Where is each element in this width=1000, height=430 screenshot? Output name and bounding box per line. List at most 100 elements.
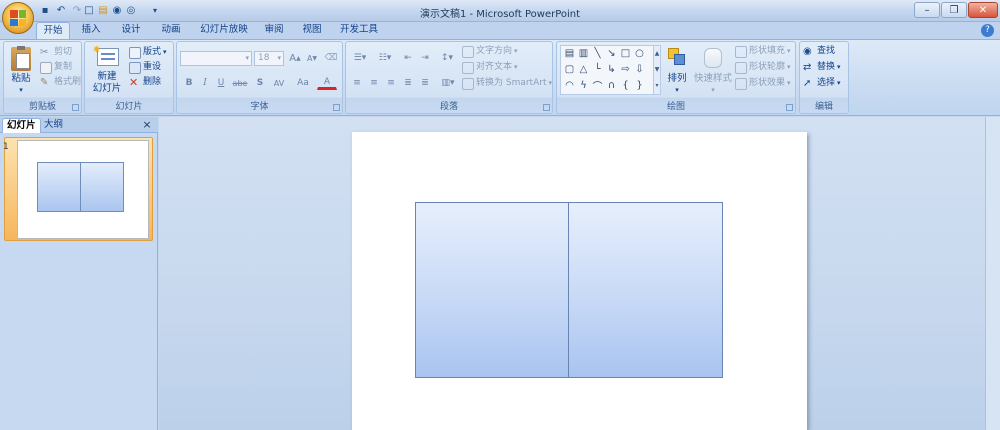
increase-indent-icon[interactable]: ⇥ bbox=[417, 51, 433, 65]
tab-slides-pane[interactable]: 幻灯片 bbox=[2, 118, 41, 133]
arrow-line-shape-icon[interactable]: ↘ bbox=[605, 47, 618, 60]
replace-button[interactable]: ⇄ 替换 ▾ bbox=[803, 60, 841, 75]
strikethrough-button[interactable]: abe bbox=[230, 76, 250, 90]
tab-home[interactable]: 开始 bbox=[36, 22, 70, 39]
line-shape-icon[interactable]: ╲ bbox=[591, 47, 604, 60]
select-button[interactable]: ➚ 选择 ▾ bbox=[803, 76, 841, 91]
grow-font-button[interactable]: A ▲ bbox=[287, 51, 303, 65]
help-icon[interactable]: ? bbox=[981, 24, 994, 37]
clipboard-launcher-icon[interactable] bbox=[72, 104, 79, 111]
right-arrow-shape-icon[interactable]: ⇨ bbox=[619, 63, 632, 76]
pane-close-icon[interactable]: × bbox=[141, 118, 153, 131]
delete-slide-button[interactable]: ✕ 删除 bbox=[129, 75, 161, 90]
font-size-combo[interactable]: 18 ▾ bbox=[254, 51, 284, 66]
right-brace-shape-icon[interactable]: } bbox=[633, 79, 646, 92]
rectangle-shape-icon[interactable]: □ bbox=[619, 47, 632, 60]
tab-view[interactable]: 视图 bbox=[296, 22, 328, 39]
elbow-connector-shape-icon[interactable]: └ bbox=[591, 63, 604, 76]
format-painter-button[interactable]: ✎ 格式刷 bbox=[40, 75, 81, 90]
align-left-icon[interactable]: ≡ bbox=[349, 76, 365, 90]
slide-canvas[interactable] bbox=[352, 132, 807, 430]
convert-smartart-button[interactable]: 转换为 SmartArt ▾ bbox=[462, 76, 552, 91]
reset-button[interactable]: 重设 bbox=[129, 60, 161, 75]
cut-button[interactable]: ✂ 剪切 bbox=[40, 45, 72, 60]
arrange-button[interactable]: 排列 ▾ bbox=[663, 45, 691, 95]
vertical-scrollbar[interactable] bbox=[985, 117, 1000, 430]
paste-button[interactable]: 粘贴 ▾ bbox=[8, 45, 34, 97]
triangle-shape-icon[interactable]: △ bbox=[577, 63, 590, 76]
decrease-indent-icon[interactable]: ⇤ bbox=[400, 51, 416, 65]
columns-icon[interactable]: ▥▾ bbox=[438, 76, 458, 90]
quick-styles-label: 快速样式 bbox=[693, 73, 732, 84]
drawing-launcher-icon[interactable] bbox=[786, 104, 793, 111]
office-logo-icon bbox=[10, 10, 26, 26]
arrange-label: 排列 bbox=[667, 73, 687, 84]
align-text-button[interactable]: 对齐文本 ▾ bbox=[462, 60, 518, 75]
left-brace-shape-icon[interactable]: { bbox=[619, 79, 632, 92]
slide-thumbnail[interactable] bbox=[17, 140, 149, 239]
restore-button[interactable]: ❐ bbox=[941, 2, 967, 18]
shape-fill-button[interactable]: 形状填充 ▾ bbox=[735, 44, 791, 59]
cursor-icon: ➚ bbox=[803, 77, 812, 89]
shapes-gallery[interactable]: ▤ ▥ ╲ ↘ □ ○ ▢ △ └ ↳ ⇨ ⇩ ◠ ϟ ⌒ ∩ { } bbox=[560, 45, 654, 95]
font-launcher-icon[interactable] bbox=[333, 104, 340, 111]
line-spacing-icon[interactable]: ↕▾ bbox=[436, 51, 458, 65]
shadow-button[interactable]: S bbox=[252, 76, 268, 90]
paragraph-launcher-icon[interactable] bbox=[543, 104, 550, 111]
find-button[interactable]: ◉ 查找 bbox=[803, 44, 835, 59]
rounded-rect-shape-icon[interactable]: ▢ bbox=[563, 63, 576, 76]
tab-review[interactable]: 审阅 bbox=[258, 22, 290, 39]
shape-outline-button[interactable]: 形状轮廓 ▾ bbox=[735, 60, 791, 75]
tab-outline-pane[interactable]: 大纲 bbox=[40, 118, 67, 133]
slide-shape-left[interactable] bbox=[415, 202, 569, 378]
distributed-icon[interactable]: ≣ bbox=[417, 76, 433, 90]
change-case-button[interactable]: Aa bbox=[293, 76, 313, 90]
italic-button[interactable]: I bbox=[197, 76, 213, 90]
curve-shape-icon[interactable]: ⌒ bbox=[591, 79, 604, 93]
shrink-font-button[interactable]: A ▼ bbox=[304, 51, 320, 65]
vertical-textbox-shape-icon[interactable]: ▥ bbox=[577, 47, 590, 60]
bullets-icon[interactable]: ☰▾ bbox=[349, 51, 371, 65]
align-right-icon[interactable]: ≡ bbox=[383, 76, 399, 90]
down-arrow-shape-icon[interactable]: ⇩ bbox=[633, 63, 646, 76]
font-color-icon[interactable]: A bbox=[317, 76, 337, 90]
office-button[interactable] bbox=[2, 2, 34, 34]
char-spacing-button[interactable]: AV bbox=[269, 76, 289, 90]
layout-button[interactable]: 版式 ▾ bbox=[129, 45, 167, 60]
justify-icon[interactable]: ≣ bbox=[400, 76, 416, 90]
lightning-shape-icon[interactable]: ϟ bbox=[577, 79, 590, 92]
find-label: 查找 bbox=[817, 46, 836, 56]
oval-shape-icon[interactable]: ○ bbox=[633, 47, 646, 60]
freeform-shape-icon[interactable]: ◠ bbox=[563, 79, 576, 92]
ribbon-tab-row bbox=[0, 22, 1000, 40]
reset-label: 重设 bbox=[143, 62, 162, 72]
shape-effects-label: 形状效果 bbox=[749, 78, 786, 88]
arc-shape-icon[interactable]: ∩ bbox=[605, 79, 618, 92]
text-direction-button[interactable]: 文字方向 ▾ bbox=[462, 44, 518, 59]
bold-button[interactable]: B bbox=[181, 76, 197, 90]
close-button[interactable]: ✕ bbox=[968, 2, 998, 18]
underline-button[interactable]: U bbox=[213, 76, 229, 90]
numbering-icon[interactable]: ☷▾ bbox=[374, 51, 396, 65]
elbow-arrow-shape-icon[interactable]: ↳ bbox=[605, 63, 618, 76]
scissors-icon: ✂ bbox=[40, 46, 49, 58]
shape-effects-button[interactable]: 形状效果 ▾ bbox=[735, 76, 791, 91]
tab-developer[interactable]: 开发工具 bbox=[334, 22, 384, 39]
textbox-shape-icon[interactable]: ▤ bbox=[563, 47, 576, 60]
tab-slideshow[interactable]: 幻灯片放映 bbox=[194, 22, 254, 39]
clear-format-icon[interactable]: ⌫ bbox=[323, 51, 339, 65]
font-name-combo[interactable]: ▾ bbox=[180, 51, 252, 66]
new-slide-button[interactable]: ✷ 新建 幻灯片 bbox=[89, 43, 125, 99]
tab-animation[interactable]: 动画 bbox=[154, 22, 188, 39]
font-group-label: 字体 bbox=[250, 102, 269, 112]
shapes-gallery-scroll[interactable]: ▲ ▼ ▾ bbox=[653, 45, 661, 95]
copy-button[interactable]: 复制 bbox=[40, 60, 72, 75]
align-center-icon[interactable]: ≡ bbox=[366, 76, 382, 90]
quick-styles-icon bbox=[704, 48, 722, 68]
tab-design[interactable]: 设计 bbox=[116, 22, 146, 39]
minimize-button[interactable]: – bbox=[914, 2, 940, 18]
tab-insert[interactable]: 插入 bbox=[76, 22, 106, 39]
window-title: 演示文稿1 - Microsoft PowerPoint bbox=[419, 9, 581, 20]
slide-shape-right[interactable] bbox=[568, 202, 723, 378]
quick-styles-button[interactable]: 快速样式 ▾ bbox=[693, 45, 733, 95]
